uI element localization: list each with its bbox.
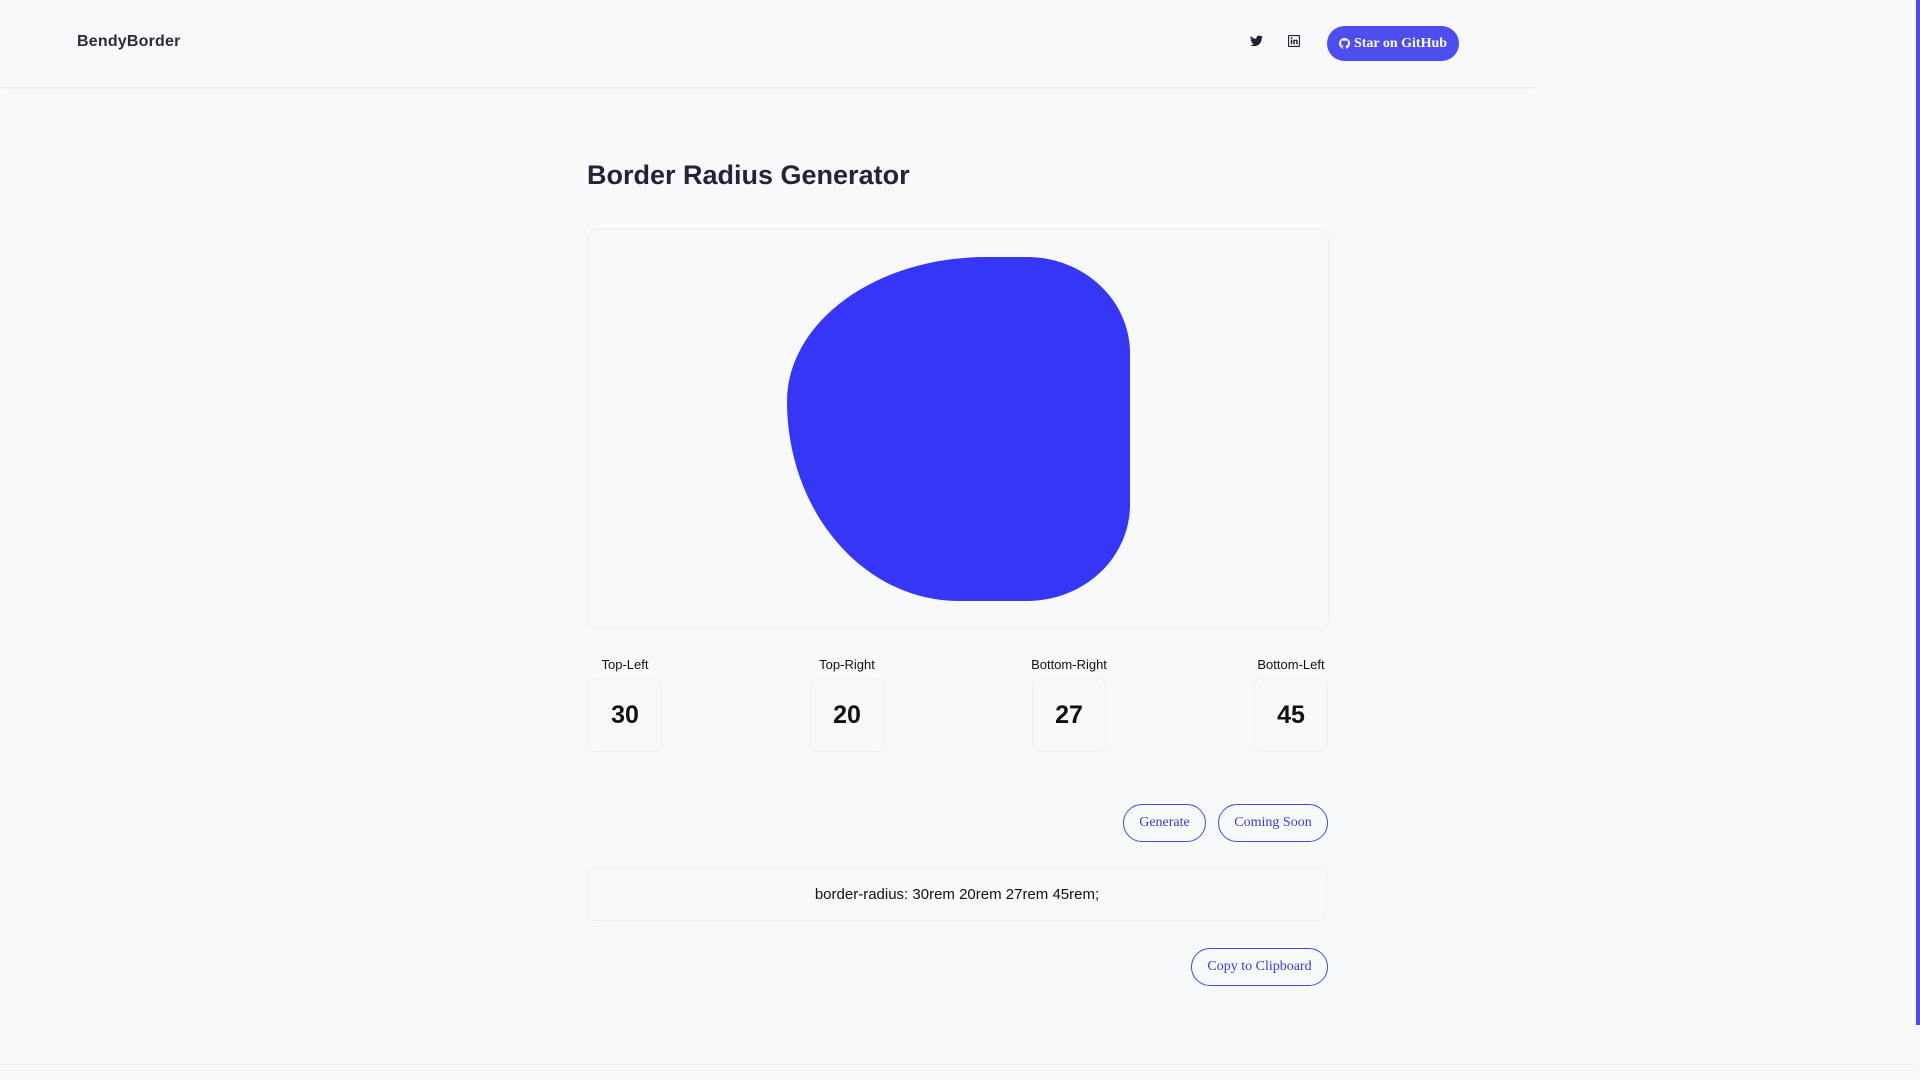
corner-bottom-left: Bottom-Left 45 (1253, 657, 1329, 752)
page-title: Border Radius Generator (587, 160, 910, 190)
github-icon (1338, 38, 1350, 49)
generate-button[interactable]: Generate (1123, 804, 1206, 842)
github-button-label: Star on GitHub (1353, 35, 1448, 51)
corner-input-bottom-right[interactable]: 27 (1032, 678, 1106, 752)
corner-label-top-right: Top-Right (819, 657, 875, 672)
corner-label-bottom-left: Bottom-Left (1257, 657, 1325, 672)
coming-soon-button[interactable]: Coming Soon (1218, 804, 1328, 842)
page: BendyBorder Star on GitHub Border Radius… (0, 0, 1920, 1080)
twitter-glyph (1249, 35, 1263, 47)
linkedin-icon[interactable] (1285, 32, 1303, 50)
corner-label-top-left: Top-Left (601, 657, 649, 672)
linkedin-glyph (1288, 35, 1300, 47)
brand-logo[interactable]: BendyBorder (77, 33, 181, 51)
scrollbar[interactable] (1916, 0, 1920, 1025)
corner-top-right: Top-Right 20 (809, 657, 885, 752)
twitter-icon[interactable] (1247, 32, 1265, 50)
footer-divider (0, 1064, 1916, 1065)
corner-bottom-right: Bottom-Right 27 (1031, 657, 1107, 752)
border-radius-shape (787, 257, 1130, 601)
copy-to-clipboard-button[interactable]: Copy to Clipboard (1191, 948, 1328, 986)
star-on-github-button[interactable]: Star on GitHub (1327, 26, 1459, 61)
corner-input-bottom-left[interactable]: 45 (1254, 678, 1328, 752)
corner-input-top-right[interactable]: 20 (810, 678, 884, 752)
css-output: border-radius: 30rem 20rem 27rem 45rem; (587, 868, 1327, 921)
top-navbar: BendyBorder Star on GitHub (0, 0, 1536, 88)
corner-top-left: Top-Left 30 (587, 657, 663, 752)
corner-input-top-left[interactable]: 30 (588, 678, 662, 752)
shape-preview (587, 229, 1329, 629)
corner-label-bottom-right: Bottom-Right (1031, 657, 1107, 672)
